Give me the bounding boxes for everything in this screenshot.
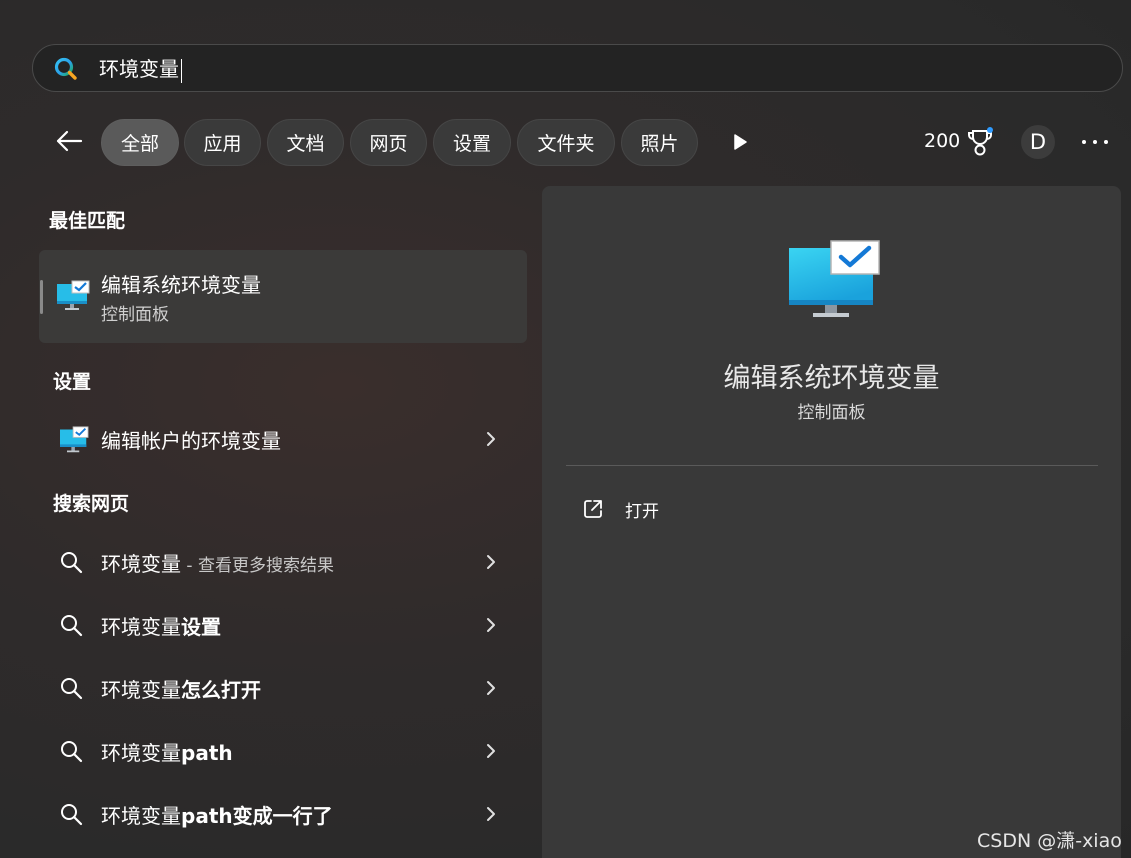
watermark: CSDN @潇-xiao [977,830,1122,852]
divider [566,465,1098,466]
best-match-heading: 最佳匹配 [49,210,126,232]
search-icon [61,615,83,637]
tab-photos[interactable]: 照片 [621,119,698,166]
rewards-trophy-icon[interactable] [966,127,994,157]
web-result-item[interactable]: 环境变量怎么打开 [39,660,527,716]
preview-title: 编辑系统环境变量 [723,363,940,394]
preview-subtitle: 控制面板 [797,403,866,423]
settings-item-user-env-vars[interactable]: 编辑帐户的环境变量 [39,411,527,467]
open-external-icon [584,500,602,518]
chevron-right-icon [487,681,495,695]
search-icon [61,552,83,574]
best-match-subtitle: 控制面板 [101,305,169,325]
back-arrow-icon [56,130,83,152]
selection-indicator [40,280,43,314]
preview-pane: 编辑系统环境变量 控制面板 打开 [542,186,1121,858]
avatar[interactable]: D [1021,125,1055,159]
more-filters-button[interactable] [726,128,754,156]
text-caret [181,58,182,83]
tab-web[interactable]: 网页 [350,119,427,166]
open-label: 打开 [625,502,659,522]
best-match-title: 编辑系统环境变量 [101,273,261,297]
bing-search-icon [54,57,77,80]
settings-heading: 设置 [53,371,92,393]
system-environment-monitor-icon [789,240,880,317]
web-result-item[interactable]: 环境变量path [39,723,527,779]
chevron-right-icon [487,807,495,821]
web-search-heading: 搜索网页 [53,493,130,515]
chevron-right-icon [487,432,495,446]
rewards-points[interactable]: 200 [924,130,960,152]
web-result-item[interactable]: 环境变量设置 [39,597,527,653]
play-triangle-icon [734,134,747,150]
web-result-label: 环境变量path [101,741,233,765]
tab-documents[interactable]: 文档 [267,119,344,166]
chevron-right-icon [487,744,495,758]
web-result-label: 环境变量设置 [101,615,221,639]
best-match-item[interactable]: 编辑系统环境变量 控制面板 [39,250,527,343]
more-options-button[interactable] [1082,130,1108,154]
open-action[interactable]: 打开 [582,496,782,524]
chevron-right-icon [487,555,495,569]
settings-item-label: 编辑帐户的环境变量 [101,429,281,453]
web-result-label: 环境变量怎么打开 [101,678,261,702]
tab-apps[interactable]: 应用 [184,119,261,166]
web-result-item[interactable]: 环境变量 - 查看更多搜索结果 [39,534,527,590]
search-icon [61,741,83,763]
dot-icon [1093,140,1097,144]
tab-all[interactable]: 全部 [101,119,179,166]
search-icon [61,678,83,700]
tab-folders[interactable]: 文件夹 [517,119,615,166]
dot-icon [1104,140,1108,144]
search-bar[interactable]: 环境变量 [32,44,1123,92]
back-button[interactable] [52,124,86,158]
web-result-label: 环境变量path变成一行了 [101,804,333,828]
tab-settings[interactable]: 设置 [433,119,511,166]
system-environment-monitor-icon [57,280,90,310]
chevron-right-icon [487,618,495,632]
dot-icon [1082,140,1086,144]
search-input[interactable]: 环境变量 [99,56,182,83]
web-result-label: 环境变量 - 查看更多搜索结果 [101,552,334,576]
search-icon [61,804,83,826]
web-result-item[interactable]: 环境变量path变成一行了 [39,786,527,842]
user-environment-monitor-icon [60,426,89,453]
